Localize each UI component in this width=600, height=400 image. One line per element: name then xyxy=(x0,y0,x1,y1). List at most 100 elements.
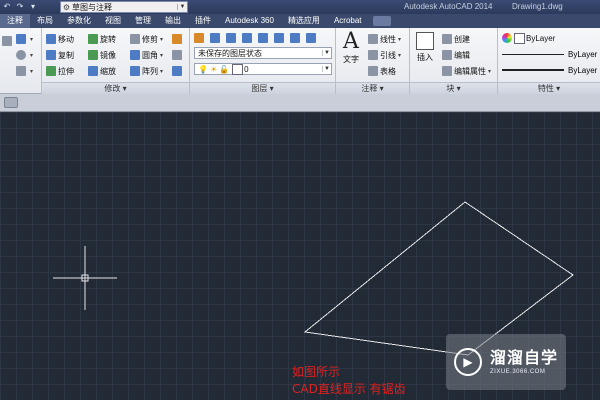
drawn-polyline[interactable] xyxy=(303,201,574,356)
fillet-button[interactable]: 圆角 ▾ xyxy=(130,48,163,62)
ribbon-minimize-button[interactable] xyxy=(372,16,391,26)
move-icon xyxy=(46,34,56,44)
tab-manage[interactable]: 管理 xyxy=(128,14,158,28)
caption-line-2: CAD直线显示 有锯齿 xyxy=(292,382,406,396)
redo-icon[interactable]: ↷ xyxy=(15,2,25,12)
explode-button[interactable] xyxy=(172,48,184,62)
ribbon: ▾ ▾ ▾ 移动 旋转 修剪 ▾ 复制 镜像 圆角 ▾ 拉伸 缩放 阵列 ▾ 修改 ▾… xyxy=(0,28,600,94)
tab-annotate[interactable]: 注释 xyxy=(0,14,30,28)
lineweight-select[interactable]: ByLayer xyxy=(502,64,597,76)
panel-title-block[interactable]: 块 ▾ xyxy=(410,82,497,94)
panel-title-annotation[interactable]: 注释 ▾ xyxy=(336,82,409,94)
edit-block-icon xyxy=(442,50,452,60)
tab-view[interactable]: 视图 xyxy=(98,14,128,28)
stretch-button[interactable]: 拉伸 xyxy=(46,64,74,78)
edit-block-button[interactable]: 编辑 xyxy=(442,48,470,62)
tab-autodesk-360[interactable]: Autodesk 360 xyxy=(218,14,281,28)
tab-output[interactable]: 输出 xyxy=(158,14,188,28)
layer-tool-5[interactable] xyxy=(274,31,286,45)
panel-annotation: A 文字 线性 ▾ 引线 ▾ 表格 注释 ▾ xyxy=(336,28,410,94)
copy-button[interactable]: 复制 xyxy=(46,48,74,62)
copy-label: 复制 xyxy=(58,50,74,60)
undo-icon[interactable]: ↶ xyxy=(2,2,12,12)
layer-tool-6[interactable] xyxy=(290,31,302,45)
rotate-button[interactable]: 旋转 xyxy=(88,32,116,46)
match-properties-button[interactable]: ByLayer xyxy=(502,31,555,45)
panel-block: 插入 创建 编辑 编辑属性 ▾ 块 ▾ xyxy=(410,28,498,94)
layer-icon xyxy=(210,33,220,43)
panel-modify: 移动 旋转 修剪 ▾ 复制 镜像 圆角 ▾ 拉伸 缩放 阵列 ▾ 修改 ▾ xyxy=(42,28,190,94)
rotate-label: 旋转 xyxy=(100,34,116,44)
tab-acrobat[interactable]: Acrobat xyxy=(327,14,369,28)
panel-title-modify[interactable]: 修改 ▾ xyxy=(42,82,189,94)
dimension-icon xyxy=(368,34,378,44)
color-swatch xyxy=(514,32,525,44)
mirror-button[interactable]: 镜像 xyxy=(88,48,116,62)
explode-icon xyxy=(172,50,182,60)
layer-properties-button[interactable] xyxy=(194,31,206,45)
text-label: 文字 xyxy=(343,55,359,64)
scale-icon xyxy=(88,66,98,76)
tab-parametric[interactable]: 参数化 xyxy=(60,14,98,28)
tab-featured-apps[interactable]: 精选应用 xyxy=(281,14,327,28)
layer-tool-7[interactable] xyxy=(306,31,318,45)
table-button[interactable]: 表格 xyxy=(368,64,396,78)
title-bar: ↶ ↷ ▾ ⚙ 草图与注释 ▼ Autodesk AutoCAD 2014 Dr… xyxy=(0,0,600,14)
layer-tool-1[interactable] xyxy=(210,31,222,45)
layer-icon xyxy=(274,33,284,43)
sun-icon: ☀ xyxy=(209,64,218,74)
fillet-icon xyxy=(130,50,140,60)
offset-button[interactable] xyxy=(172,64,184,78)
linetype-select[interactable]: ByLayer xyxy=(502,48,597,60)
trim-button[interactable]: 修剪 ▾ xyxy=(130,32,163,46)
edit-attributes-button[interactable]: 编辑属性 ▾ xyxy=(442,64,491,78)
polyline-tool-icon[interactable]: ▾ xyxy=(16,32,33,46)
erase-button[interactable] xyxy=(172,32,184,46)
layer-icon xyxy=(242,33,252,43)
rotate-icon xyxy=(88,34,98,44)
linear-dimension-button[interactable]: 线性 ▾ xyxy=(368,32,401,46)
watermark-text: 溜溜自学 ZIXUE.3066.COM xyxy=(490,349,558,375)
layer-tool-3[interactable] xyxy=(242,31,254,45)
caption: 如图所示 CAD直线显示 有锯齿 xyxy=(292,364,406,398)
leader-icon xyxy=(368,50,378,60)
workspace-label: 草图与注释 xyxy=(72,2,112,12)
move-button[interactable]: 移动 xyxy=(46,32,74,46)
scale-button[interactable]: 缩放 xyxy=(88,64,116,78)
leader-button[interactable]: 引线 ▾ xyxy=(368,48,401,62)
watermark: ▶ 溜溜自学 ZIXUE.3066.COM xyxy=(446,334,566,390)
stretch-label: 拉伸 xyxy=(58,66,74,76)
watermark-name: 溜溜自学 xyxy=(490,350,559,367)
text-icon: A xyxy=(343,29,359,54)
file-tab-strip xyxy=(0,94,600,112)
array-button[interactable]: 阵列 ▾ xyxy=(130,64,163,78)
text-button[interactable]: A 文字 xyxy=(339,30,363,65)
tab-plugins[interactable]: 插件 xyxy=(188,14,218,28)
create-label: 创建 xyxy=(454,34,470,44)
panel-properties: ByLayer ByLayer ByLayer 特性 ▾ xyxy=(498,28,600,94)
current-layer-select[interactable]: 💡 ☀ 🔓 0 ▼ xyxy=(194,63,332,75)
panel-title-layers[interactable]: 图层 ▾ xyxy=(190,82,335,94)
circle-tool-icon[interactable]: ▾ xyxy=(16,48,33,62)
table-icon xyxy=(368,66,378,76)
start-tab-icon[interactable] xyxy=(4,97,18,108)
create-block-button[interactable]: 创建 xyxy=(442,32,470,46)
layer-state-select[interactable]: 未保存的图层状态 ▼ xyxy=(194,47,332,59)
rectangle-tool-icon[interactable]: ▾ xyxy=(16,64,33,78)
dropdown-icon[interactable]: ▾ xyxy=(28,2,38,12)
layer-tool-4[interactable] xyxy=(258,31,270,45)
line-tool-icon[interactable] xyxy=(2,34,14,48)
layer-color-swatch xyxy=(232,63,244,75)
panel-draw: ▾ ▾ ▾ xyxy=(0,28,42,94)
scale-label: 缩放 xyxy=(100,66,116,76)
workspace-switcher[interactable]: ⚙ 草图与注释 ▼ xyxy=(60,1,188,13)
mirror-label: 镜像 xyxy=(100,50,116,60)
trim-label: 修剪 xyxy=(142,34,158,44)
layer-tool-2[interactable] xyxy=(226,31,238,45)
tab-layout[interactable]: 布局 xyxy=(30,14,60,28)
linetype-preview xyxy=(502,53,564,55)
chevron-down-icon: ▼ xyxy=(322,66,331,72)
lineweight-preview xyxy=(502,69,564,71)
insert-button[interactable]: 插入 xyxy=(413,32,437,63)
panel-title-properties[interactable]: 特性 ▾ xyxy=(498,82,600,94)
